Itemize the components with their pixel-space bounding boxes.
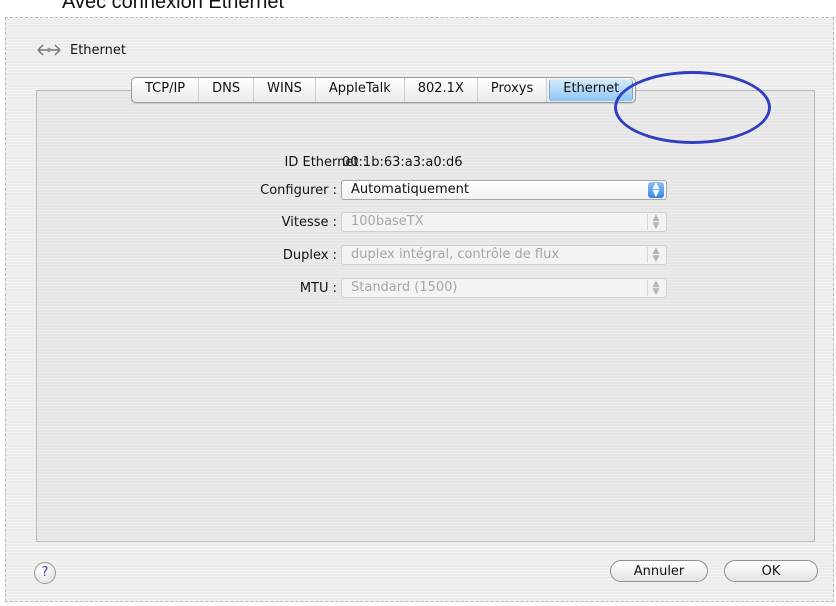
- duplex-select[interactable]: duplex intégral, contrôle de flux ▲ ▼: [341, 245, 667, 265]
- tab-proxys[interactable]: Proxys: [478, 78, 548, 102]
- mtu-select[interactable]: Standard (1500) ▲ ▼: [341, 278, 667, 298]
- tab-appletalk[interactable]: AppleTalk: [316, 78, 405, 102]
- pane-title: Ethernet: [70, 42, 126, 58]
- mtu-select-value: Standard (1500): [351, 280, 458, 295]
- page-caption: Avec connexion Ethernet: [62, 0, 285, 13]
- tab-8021x[interactable]: 802.1X: [405, 78, 478, 102]
- tab-tcpip[interactable]: TCP/IP: [132, 78, 200, 102]
- ethernet-id-value: 00:1b:63:a3:a0:d6: [342, 154, 463, 170]
- tab-dns[interactable]: DNS: [199, 78, 255, 102]
- select-arrows-icon: ▲ ▼: [648, 182, 664, 199]
- duplex-select-value: duplex intégral, contrôle de flux: [351, 247, 560, 262]
- pane-header: Ethernet: [36, 42, 126, 58]
- select-arrows-icon: ▲ ▼: [647, 214, 664, 231]
- configure-label: Configurer :: [260, 182, 337, 198]
- duplex-label: Duplex :: [282, 247, 337, 263]
- cancel-button[interactable]: Annuler: [610, 560, 708, 582]
- help-button[interactable]: ?: [34, 562, 56, 584]
- speed-label: Vitesse :: [281, 214, 337, 230]
- select-arrows-icon: ▲ ▼: [647, 280, 664, 297]
- ethernet-id-label: ID Ethernet :: [284, 154, 368, 170]
- tab-wins[interactable]: WINS: [254, 78, 316, 102]
- mtu-label: MTU :: [299, 280, 337, 296]
- speed-select[interactable]: 100baseTX ▲ ▼: [341, 212, 667, 232]
- select-arrows-icon: ▲ ▼: [647, 247, 664, 264]
- ok-button[interactable]: OK: [724, 560, 818, 582]
- configure-select-value: Automatiquement: [351, 182, 470, 197]
- tab-ethernet[interactable]: Ethernet: [549, 79, 634, 101]
- speed-select-value: 100baseTX: [351, 214, 424, 229]
- tab-bar: TCP/IP DNS WINS AppleTalk 802.1X Proxys …: [131, 77, 637, 103]
- settings-panel: ID Ethernet : 00:1b:63:a3:a0:d6 Configur…: [36, 90, 815, 542]
- network-settings-window: Ethernet ID Ethernet : 00:1b:63:a3:a0:d6…: [5, 17, 834, 602]
- ethernet-arrows-icon: [37, 44, 61, 56]
- configure-select[interactable]: Automatiquement ▲ ▼: [341, 180, 667, 200]
